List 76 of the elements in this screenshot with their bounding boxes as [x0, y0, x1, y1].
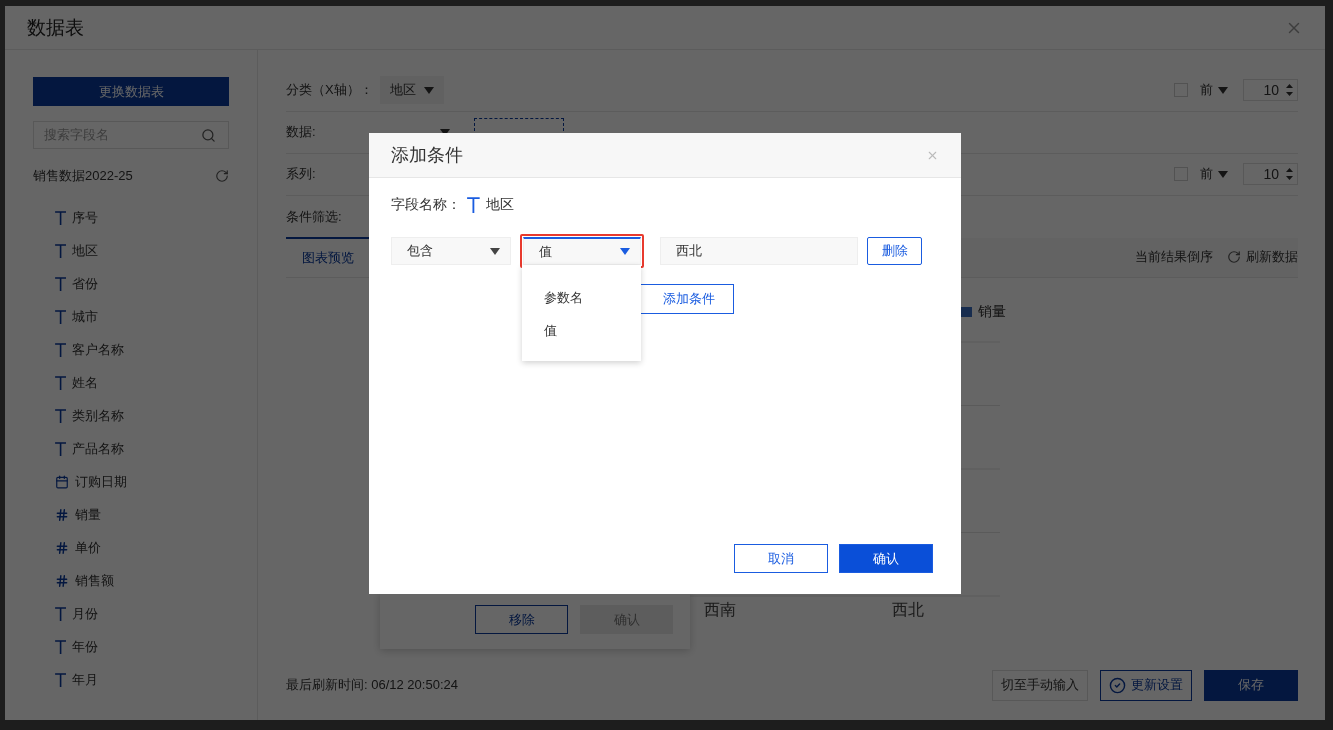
- caret-icon: [1218, 170, 1228, 178]
- text-type-icon: [55, 639, 67, 654]
- order-dropdown[interactable]: 前: [1200, 165, 1228, 184]
- field-item[interactable]: 类别名称: [55, 399, 229, 432]
- axis-label: 西南: [704, 599, 736, 620]
- text-type-icon: [55, 210, 67, 225]
- check-circle-icon: [1109, 676, 1126, 694]
- field-name: 地区: [485, 196, 514, 214]
- text-type-icon: [55, 342, 67, 357]
- calendar-icon: [55, 474, 69, 489]
- field-item[interactable]: 订购日期: [55, 465, 229, 498]
- value-input[interactable]: 西北: [660, 237, 858, 265]
- window-title: 数据表: [27, 15, 84, 40]
- text-type-icon: [55, 672, 67, 687]
- field-item[interactable]: 省份: [55, 267, 229, 300]
- chart-legend: 销量: [960, 302, 1006, 321]
- text-type-icon: [55, 408, 67, 423]
- text-type-icon: [55, 375, 67, 390]
- switch-table-button[interactable]: 更换数据表: [33, 77, 229, 106]
- field-item[interactable]: 销售额: [55, 564, 229, 597]
- order-label: 前: [1200, 165, 1213, 184]
- row-label: 条件筛选:: [286, 207, 343, 226]
- refresh-icon[interactable]: [215, 169, 229, 183]
- menu-option[interactable]: 值: [522, 314, 641, 347]
- order-dropdown[interactable]: 前: [1200, 81, 1228, 100]
- dialog-title: 添加条件: [391, 144, 463, 167]
- count-stepper[interactable]: 10: [1243, 163, 1298, 186]
- order-label: 前: [1200, 81, 1213, 100]
- hash-icon: [55, 573, 69, 588]
- field-item[interactable]: 年月: [55, 663, 229, 696]
- caret-icon: [424, 86, 434, 94]
- caret-icon: [1218, 86, 1228, 94]
- category-dropdown[interactable]: 地区: [380, 76, 444, 105]
- hash-icon: [55, 540, 69, 555]
- footer-button[interactable]: 保存: [1204, 669, 1298, 701]
- caret-icon: [620, 248, 630, 255]
- text-type-icon: [55, 276, 67, 291]
- dataset-name: 销售数据2022-25: [33, 167, 133, 185]
- field-item[interactable]: 年份: [55, 630, 229, 663]
- caret-icon: [490, 247, 500, 255]
- field-item[interactable]: 销量: [55, 498, 229, 531]
- axis-label: 西北: [892, 599, 924, 620]
- text-type-icon: [55, 309, 67, 324]
- last-refresh-time: 最后刷新时间: 06/12 20:50:24: [286, 676, 458, 695]
- footer-button[interactable]: 更新设置: [1100, 669, 1192, 701]
- confirm-button[interactable]: 确认: [839, 544, 933, 573]
- row-label: 数据:: [286, 123, 317, 142]
- delete-button[interactable]: 删除: [867, 237, 922, 265]
- field-item[interactable]: 城市: [55, 300, 229, 333]
- spinner-icon: [1286, 167, 1293, 182]
- field-label: 字段名称：: [391, 196, 461, 214]
- refresh-icon: [1227, 250, 1241, 265]
- cancel-button[interactable]: 取消: [734, 544, 828, 573]
- text-type-icon: [55, 243, 67, 258]
- field-item[interactable]: 地区: [55, 234, 229, 267]
- row-label: 系列:: [286, 165, 317, 184]
- spinner-icon: [1286, 83, 1293, 98]
- refresh-data-button[interactable]: 刷新数据: [1227, 248, 1298, 267]
- field-item[interactable]: 单价: [55, 531, 229, 564]
- text-type-icon: [55, 606, 67, 621]
- field-item[interactable]: 序号: [55, 201, 229, 234]
- operator-select[interactable]: 包含: [391, 237, 511, 265]
- field-item[interactable]: 客户名称: [55, 333, 229, 366]
- source-select[interactable]: 值: [523, 237, 641, 265]
- field-item[interactable]: 产品名称: [55, 432, 229, 465]
- field-item[interactable]: 姓名: [55, 366, 229, 399]
- hash-icon: [55, 507, 69, 522]
- count-stepper[interactable]: 10: [1243, 79, 1298, 102]
- footer-button[interactable]: 切至手动输入: [992, 669, 1088, 701]
- row-label: 分类（X轴）：: [286, 81, 374, 100]
- text-type-icon: [467, 197, 480, 213]
- popover-button[interactable]: 移除: [475, 605, 568, 635]
- field-item[interactable]: 月份: [55, 597, 229, 630]
- search-icon: [201, 127, 216, 143]
- reverse-order-button[interactable]: 当前结果倒序: [1135, 248, 1213, 267]
- text-type-icon: [55, 441, 67, 456]
